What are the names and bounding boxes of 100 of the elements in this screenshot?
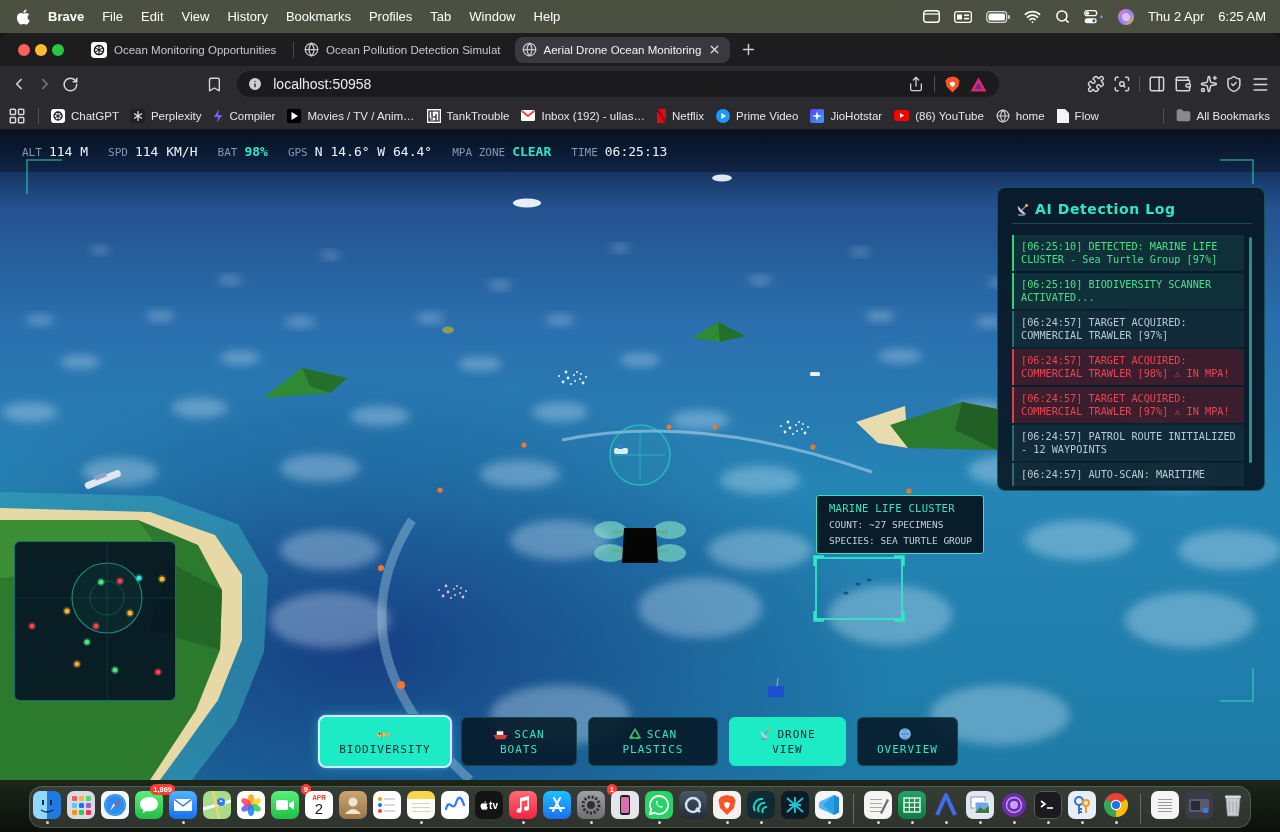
buoy [397, 681, 405, 689]
bookmark-link[interactable]: TankTrouble [426, 108, 510, 123]
phone-icon[interactable] [611, 791, 639, 819]
triangle-icon[interactable] [970, 76, 988, 92]
battery-icon[interactable] [985, 10, 1010, 23]
chat-bubble-icon[interactable] [645, 791, 673, 819]
page-pen-icon[interactable] [864, 791, 892, 819]
bookmark-link[interactable]: JioHotstar [810, 108, 883, 123]
menu-item[interactable]: Window [469, 9, 516, 24]
menu-bar-date[interactable]: Thu 2 Apr [1147, 9, 1205, 24]
asterisk-icon[interactable] [781, 791, 809, 819]
mode-button[interactable]: OVERVIEW [857, 717, 958, 766]
browser-tab[interactable]: Aerial Drone Ocean Monitoring [514, 36, 731, 63]
frame-corner [1219, 667, 1254, 702]
bookmark-link[interactable]: Netflix [657, 108, 704, 123]
apple-icon[interactable] [16, 8, 30, 25]
window-icon[interactable] [922, 10, 940, 23]
boat [614, 444, 628, 454]
app-menu[interactable]: Brave [48, 9, 85, 24]
spreadsheet-icon[interactable] [898, 791, 926, 819]
all-bookmarks-link[interactable]: All Bookmarks [1175, 108, 1270, 123]
key-icon[interactable] [1068, 791, 1096, 819]
mode-button[interactable]: SCAN PLASTICS [588, 717, 718, 766]
photo-stack-icon[interactable] [966, 791, 994, 819]
shield-icon[interactable] [945, 75, 961, 93]
close-window-icon[interactable] [18, 43, 30, 56]
menu-item[interactable]: View [181, 9, 210, 24]
browser-tab[interactable]: Ocean Monitoring Opportunities [84, 36, 290, 63]
concentric-circles-icon[interactable] [1000, 791, 1028, 819]
window-thumbnail-icon[interactable] [1185, 791, 1213, 819]
document-icon[interactable] [1151, 791, 1179, 819]
menu-item[interactable]: File [102, 9, 124, 24]
terminal-icon[interactable] [1034, 791, 1062, 819]
search-icon[interactable] [1054, 9, 1070, 24]
menu-item[interactable]: Bookmarks [285, 9, 351, 24]
music-note-icon[interactable] [509, 791, 537, 819]
wallet-icon[interactable] [1173, 75, 1192, 93]
shield-icon[interactable] [713, 791, 741, 819]
zoom-window-icon[interactable] [52, 43, 64, 56]
bookmark-link[interactable]: Prime Video [715, 108, 799, 123]
hud-label: BAT [217, 145, 238, 159]
map-marker [157, 574, 167, 584]
sparkles-icon[interactable] [1199, 75, 1218, 93]
chevron-up-icon[interactable] [932, 791, 960, 819]
wave-icon[interactable] [747, 791, 775, 819]
menu-item[interactable]: Profiles [368, 9, 413, 24]
bookmark-link[interactable]: home [995, 108, 1045, 123]
frame-corner [1219, 159, 1254, 185]
mode-button[interactable]: DRONE VIEW [729, 717, 846, 766]
bookmark-link[interactable]: Flow [1056, 108, 1099, 123]
reader-icon[interactable] [1113, 75, 1131, 93]
debris-cluster [438, 584, 467, 599]
bookmark-link[interactable]: Perplexity [130, 108, 202, 123]
video-camera-icon[interactable] [271, 791, 299, 819]
notepad-icon[interactable] [407, 791, 435, 819]
hud-value: 06:25:13 [604, 143, 668, 159]
puzzle-icon[interactable] [1087, 75, 1106, 93]
bookmark-link[interactable]: ChatGPT [51, 108, 119, 123]
wifi-icon[interactable] [1023, 8, 1041, 25]
menu-item[interactable]: History [227, 9, 268, 24]
menu-item[interactable]: Help [533, 9, 561, 24]
menu-item[interactable]: Tab [430, 9, 452, 24]
segmented-circle-icon[interactable] [1102, 791, 1130, 819]
tv-icon[interactable]: tv [475, 791, 503, 819]
scrollbar-thumb[interactable] [1249, 237, 1252, 463]
bookmark-link[interactable]: Movies / TV / Anim… [287, 108, 415, 123]
bookmark-link[interactable]: Inbox (192) - ullas… [521, 109, 645, 122]
sidebar-icon[interactable] [1147, 75, 1166, 93]
map-icon[interactable] [203, 791, 231, 819]
shield-check-icon[interactable] [1225, 75, 1244, 93]
display-icon[interactable] [953, 10, 972, 23]
toggles-icon[interactable] [1083, 9, 1104, 24]
compass-icon[interactable] [101, 791, 129, 819]
crossed-lines-icon[interactable] [543, 791, 571, 819]
squiggle-icon[interactable] [441, 791, 469, 819]
mode-button[interactable]: SCAN BOATS [461, 717, 577, 766]
ring-icon[interactable] [679, 791, 707, 819]
face-tile-icon[interactable] [33, 791, 61, 819]
hud-label: SPD [108, 145, 128, 159]
browser-tab[interactable]: Ocean Pollution Detection Simulat [297, 36, 510, 63]
contact-card-icon[interactable] [339, 791, 367, 819]
address-field[interactable]: localhost:50958 [237, 71, 1000, 97]
ribbon-icon[interactable] [815, 791, 843, 819]
checklist-icon[interactable] [373, 791, 401, 819]
bookmark-link[interactable]: Compiler [213, 108, 276, 123]
map-marker [72, 659, 82, 669]
foam-patch [26, 315, 54, 325]
reload-icon[interactable] [61, 75, 79, 93]
bookmark-link[interactable]: (86) YouTube [894, 109, 984, 122]
share-icon[interactable] [908, 76, 925, 92]
mode-button[interactable]: BIODIVERSITY [320, 717, 450, 766]
info-icon[interactable] [247, 76, 264, 92]
orb-icon[interactable] [1117, 8, 1134, 25]
app-grid-icon[interactable] [67, 791, 95, 819]
menu-bar-time[interactable]: 6:25 AM [1218, 9, 1266, 24]
apps-grid-icon[interactable] [8, 106, 26, 125]
flower-icon[interactable] [237, 791, 265, 819]
minimize-window-icon[interactable] [35, 43, 47, 56]
menu-item[interactable]: Edit [141, 9, 164, 24]
gear-icon[interactable] [577, 791, 605, 819]
